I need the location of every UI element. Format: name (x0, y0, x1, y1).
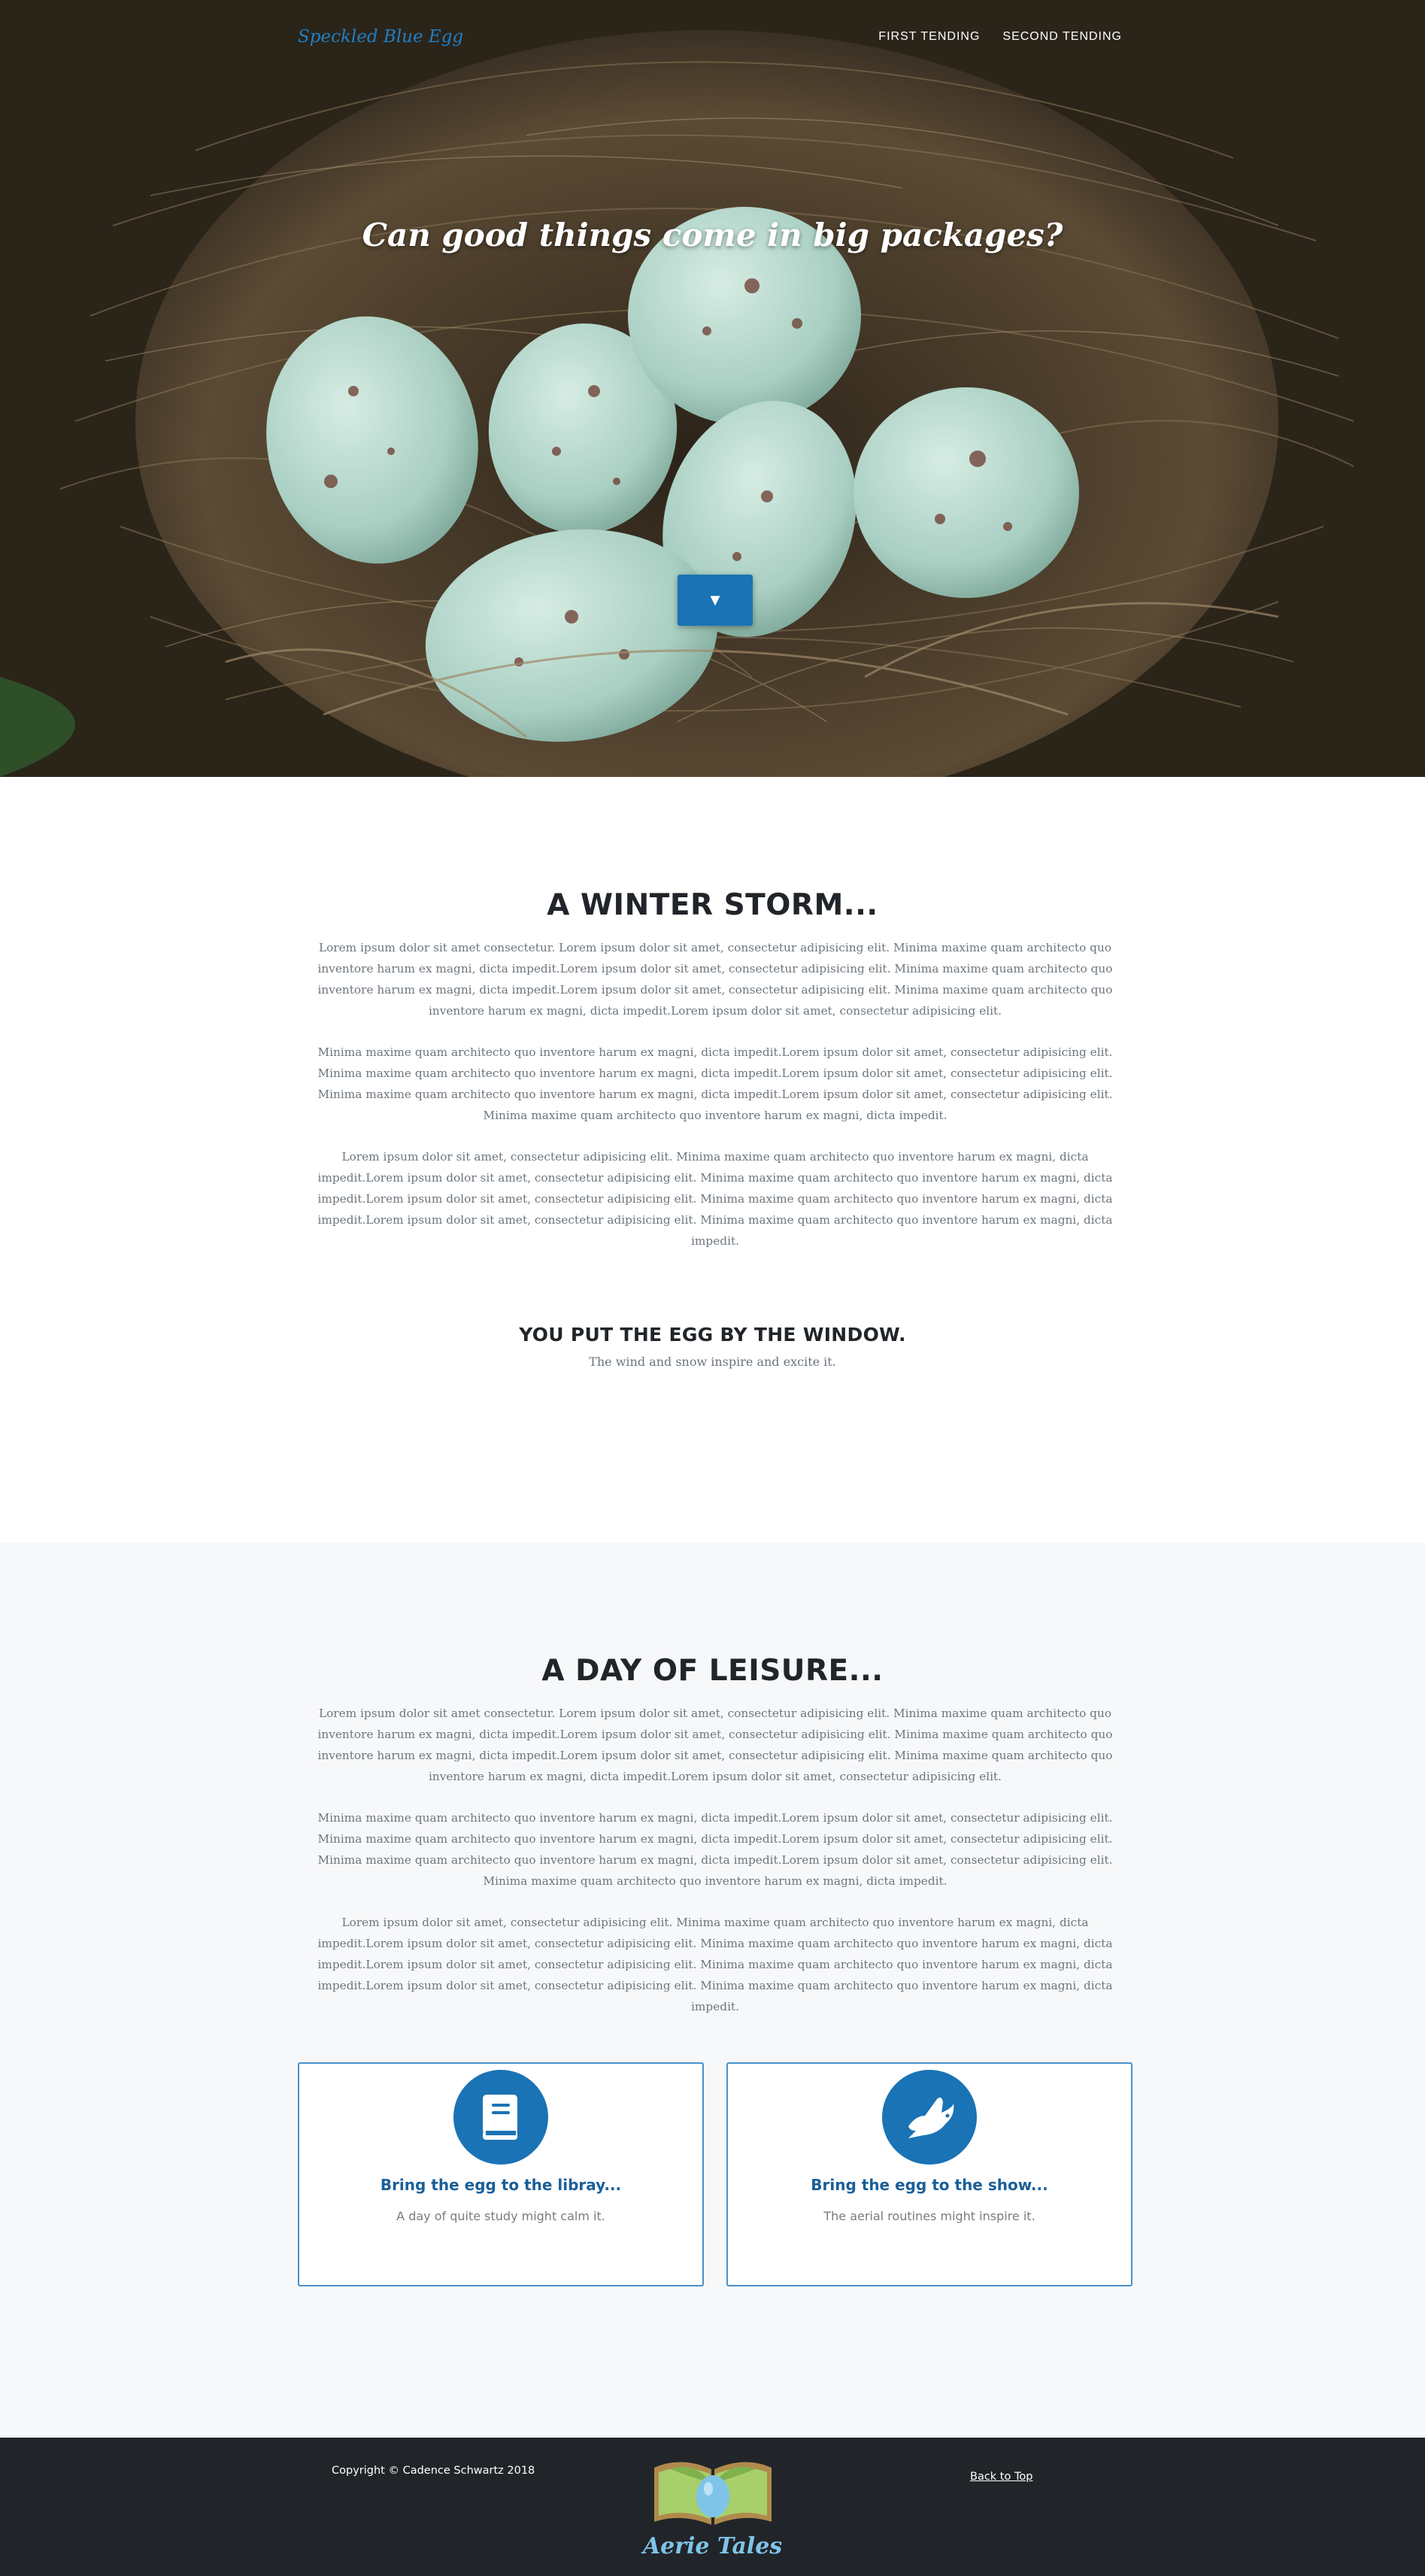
aerie-tales-logo (654, 2462, 772, 2525)
winter-heading: A WINTER STORM... (547, 888, 878, 922)
winter-paragraph-2: Minima maxime quam architecto quo invent… (317, 1045, 1113, 1122)
winter-paragraph-3: Lorem ipsum dolor sit amet, consectetur … (317, 1150, 1113, 1248)
footer: Copyright © Cadence Schwartz 2018 Aerie … (0, 2438, 1425, 2576)
dove-icon (882, 2070, 977, 2165)
nav-link-second-tending[interactable]: SECOND TENDING (1002, 30, 1122, 44)
show-card[interactable]: Bring the egg to the show... The aerial … (726, 2062, 1132, 2286)
scroll-down-button[interactable]: ▼ (678, 575, 753, 626)
leisure-paragraph-2: Minima maxime quam architecto quo invent… (317, 1811, 1113, 1888)
library-card-text: A day of quite study might calm it. (396, 2209, 605, 2223)
winter-paragraph-1: Lorem ipsum dolor sit amet consectetur. … (317, 941, 1113, 1018)
top-nav: FIRST TENDING SECOND TENDING (878, 30, 1122, 44)
hero-section: Speckled Blue Egg FIRST TENDING SECOND T… (0, 0, 1425, 777)
library-card[interactable]: Bring the egg to the libray... A day of … (298, 2062, 704, 2286)
leisure-paragraph-1: Lorem ipsum dolor sit amet consectetur. … (317, 1707, 1113, 1783)
window-subtext: The wind and snow inspire and excite it. (589, 1355, 836, 1369)
leisure-paragraph-3: Lorem ipsum dolor sit amet, consectetur … (317, 1916, 1113, 2013)
library-card-title: Bring the egg to the libray... (380, 2176, 622, 2194)
winter-storm-section: A WINTER STORM... Lorem ipsum dolor sit … (0, 777, 1425, 1543)
nav-link-first-tending[interactable]: FIRST TENDING (878, 30, 980, 44)
show-card-text: The aerial routines might inspire it. (823, 2209, 1035, 2223)
window-subheading: YOU PUT THE EGG BY THE WINDOW. (519, 1324, 906, 1346)
leisure-heading: A DAY OF LEISURE... (541, 1654, 884, 1688)
copyright-text: Copyright © Cadence Schwartz 2018 (332, 2465, 535, 2477)
hero-title: Can good things come in big packages? (362, 217, 1063, 253)
brand-logo-link[interactable]: Speckled Blue Egg (298, 27, 463, 47)
nest-eggs-illustration (0, 0, 1425, 777)
day-of-leisure-section: A DAY OF LEISURE... Lorem ipsum dolor si… (0, 1543, 1425, 2438)
show-card-title: Bring the egg to the show... (811, 2176, 1048, 2194)
book-icon (453, 2070, 548, 2165)
logo-wordmark: Aerie Tales (642, 2533, 783, 2559)
back-to-top-link[interactable]: Back to Top (970, 2471, 1032, 2483)
